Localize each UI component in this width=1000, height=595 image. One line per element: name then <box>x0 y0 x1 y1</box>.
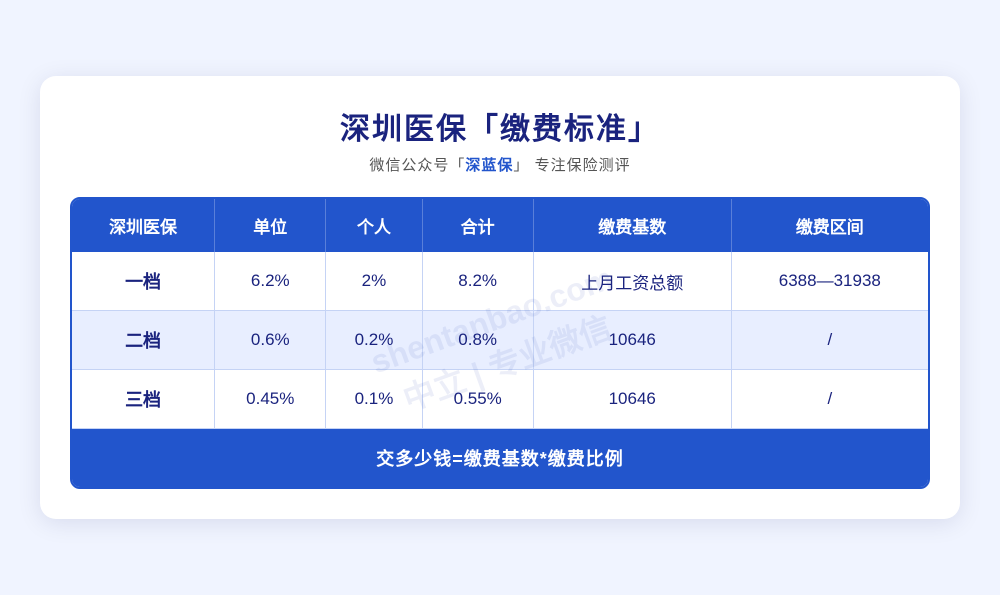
insurance-table: 深圳医保 单位 个人 合计 缴费基数 缴费区间 一档 6.2% 2% 8.2% … <box>70 197 930 489</box>
row1-base: 上月工资总额 <box>534 252 732 311</box>
row1-personal: 2% <box>326 252 422 311</box>
table-container: shentanbao.com 中立 | 专业微信 深圳医保 单位 个人 合计 缴… <box>70 197 930 489</box>
subtitle-suffix: 」 专注保险测评 <box>513 157 630 174</box>
subtitle-brand: 深蓝保 <box>465 157 513 174</box>
col-header-total: 合计 <box>423 199 534 252</box>
table-footer-row: 交多少钱=缴费基数*缴费比例 <box>72 429 928 487</box>
table-row: 三档 0.45% 0.1% 0.55% 10646 / <box>72 370 928 429</box>
col-header-base: 缴费基数 <box>534 199 732 252</box>
col-header-unit: 单位 <box>215 199 326 252</box>
row2-unit: 0.6% <box>215 311 326 370</box>
table-header-row: 深圳医保 单位 个人 合计 缴费基数 缴费区间 <box>72 199 928 252</box>
row1-total: 8.2% <box>423 252 534 311</box>
subtitle: 微信公众号「深蓝保」 专注保险测评 <box>70 154 930 175</box>
main-card: 深圳医保「缴费标准」 微信公众号「深蓝保」 专注保险测评 shentanbao.… <box>40 76 960 519</box>
table-row: 一档 6.2% 2% 8.2% 上月工资总额 6388—31938 <box>72 252 928 311</box>
footer-label: 交多少钱=缴费基数*缴费比例 <box>72 429 928 487</box>
row1-range: 6388—31938 <box>732 252 928 311</box>
col-header-label: 深圳医保 <box>72 199 215 252</box>
row1-label: 一档 <box>72 252 215 311</box>
main-title: 深圳医保「缴费标准」 <box>70 104 930 148</box>
header: 深圳医保「缴费标准」 微信公众号「深蓝保」 专注保险测评 <box>70 104 930 175</box>
col-header-range: 缴费区间 <box>732 199 928 252</box>
row1-unit: 6.2% <box>215 252 326 311</box>
row3-base: 10646 <box>534 370 732 429</box>
subtitle-prefix: 微信公众号「 <box>369 157 465 174</box>
row3-personal: 0.1% <box>326 370 422 429</box>
row2-total: 0.8% <box>423 311 534 370</box>
col-header-personal: 个人 <box>326 199 422 252</box>
row3-label: 三档 <box>72 370 215 429</box>
row2-range: / <box>732 311 928 370</box>
row2-label: 二档 <box>72 311 215 370</box>
row3-total: 0.55% <box>423 370 534 429</box>
table-row: 二档 0.6% 0.2% 0.8% 10646 / <box>72 311 928 370</box>
row2-personal: 0.2% <box>326 311 422 370</box>
row3-unit: 0.45% <box>215 370 326 429</box>
row3-range: / <box>732 370 928 429</box>
row2-base: 10646 <box>534 311 732 370</box>
